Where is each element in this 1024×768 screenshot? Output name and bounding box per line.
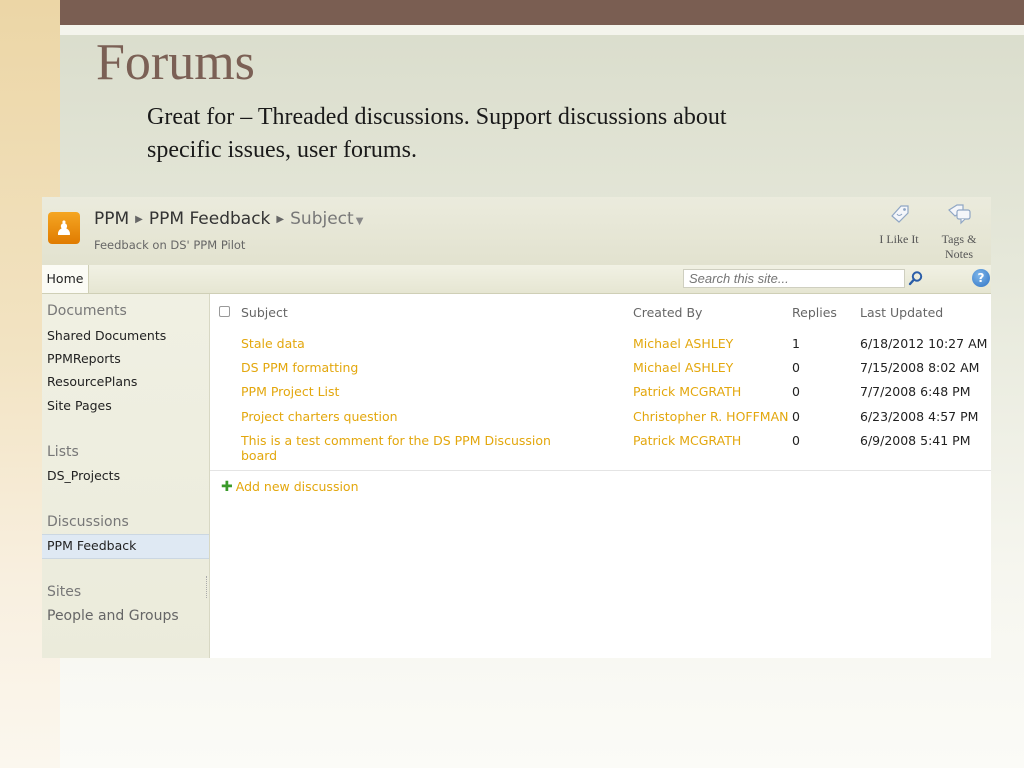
search-icon[interactable] <box>906 269 926 288</box>
reply-count: 0 <box>792 360 800 375</box>
tag-smile-icon <box>891 205 909 223</box>
top-navigation-bar: Home ? <box>42 265 991 294</box>
tab-home[interactable]: Home <box>42 265 89 293</box>
slide-top-bar <box>60 0 1024 25</box>
view-dropdown-icon[interactable]: ▼ <box>356 216 364 227</box>
site-description: Feedback on DS' PPM Pilot <box>94 238 246 252</box>
heading-discussions[interactable]: Discussions <box>47 514 129 530</box>
column-header-last-updated[interactable]: Last Updated <box>860 305 943 320</box>
subject-line-2: board <box>241 448 278 463</box>
discussion-list: Subject Created By Replies Last Updated … <box>210 294 991 658</box>
reply-count: 0 <box>792 409 800 424</box>
discussion-subject-link[interactable]: This is a test comment for the DS PPM Di… <box>241 433 551 463</box>
column-header-replies[interactable]: Replies <box>792 305 837 320</box>
subject-line-1: This is a test comment for the DS PPM Di… <box>241 433 551 448</box>
breadcrumb-arrow-icon: ▶ <box>276 214 285 225</box>
author-link[interactable]: Patrick MCGRATH <box>633 433 741 448</box>
site-header: ♟ PPM ▶ PPM Feedback ▶ Subject ▼ Feedback on … <box>42 197 991 266</box>
last-updated: 7/7/2008 6:48 PM <box>860 384 971 399</box>
author-link[interactable]: Michael ASHLEY <box>633 360 733 375</box>
tags-and-notes-button[interactable]: Tags & Notes <box>931 202 987 262</box>
slide-body-line-1: Great for – Threaded discussions. Suppor… <box>147 104 727 130</box>
help-icon[interactable]: ? <box>972 269 990 287</box>
last-updated: 6/23/2008 4:57 PM <box>860 409 979 424</box>
column-header-subject[interactable]: Subject <box>241 305 288 320</box>
author-link[interactable]: Christopher R. HOFFMAN <box>633 409 788 424</box>
column-header-created-by[interactable]: Created By <box>633 305 702 320</box>
reply-count: 1 <box>792 336 800 351</box>
reply-count: 0 <box>792 384 800 399</box>
slide-body-line-2: specific issues, user forums. <box>147 137 417 163</box>
slide-body-text: Great for – Threaded discussions. Suppor… <box>147 101 867 167</box>
sidebar-item-ppmreports[interactable]: PPMReports <box>47 351 121 366</box>
tag-note-icon <box>948 204 971 225</box>
sidebar-item-ds-projects[interactable]: DS_Projects <box>47 468 120 483</box>
breadcrumb: PPM ▶ PPM Feedback ▶ Subject ▼ <box>94 209 363 229</box>
discussion-subject-link[interactable]: Project charters question <box>241 409 398 424</box>
site-logo-icon[interactable]: ♟ <box>48 212 80 244</box>
plus-icon: ✚ <box>221 479 233 495</box>
discussion-subject-link[interactable]: Stale data <box>241 336 305 351</box>
last-updated: 6/9/2008 5:41 PM <box>860 433 971 448</box>
sidebar-item-ppm-feedback[interactable]: PPM Feedback <box>47 538 136 553</box>
heading-lists[interactable]: Lists <box>47 444 79 460</box>
heading-sites[interactable]: Sites <box>47 584 81 600</box>
sidebar-resize-handle[interactable] <box>206 576 209 598</box>
sidebar-item-shared-documents[interactable]: Shared Documents <box>47 328 166 343</box>
search-input[interactable] <box>683 269 905 288</box>
select-all-checkbox[interactable] <box>219 306 230 317</box>
breadcrumb-view[interactable]: Subject <box>290 209 354 229</box>
sidebar-item-resourceplans[interactable]: ResourcePlans <box>47 374 137 389</box>
author-link[interactable]: Michael ASHLEY <box>633 336 733 351</box>
sidebar-item-site-pages[interactable]: Site Pages <box>47 398 112 413</box>
tags-label-line-2: Notes <box>945 247 973 261</box>
heading-documents[interactable]: Documents <box>47 303 127 319</box>
sharepoint-screenshot: ♟ PPM ▶ PPM Feedback ▶ Subject ▼ Feedback on … <box>42 197 991 658</box>
quick-launch-sidebar: Documents Shared Documents PPMReports Re… <box>42 294 210 658</box>
sidebar-item-people-and-groups[interactable]: People and Groups <box>47 608 179 624</box>
breadcrumb-list[interactable]: PPM Feedback <box>149 209 271 229</box>
reply-count: 0 <box>792 433 800 448</box>
slide-title: Forums <box>96 34 255 91</box>
discussion-subject-link[interactable]: DS PPM formatting <box>241 360 358 375</box>
author-link[interactable]: Patrick MCGRATH <box>633 384 741 399</box>
add-new-discussion-link[interactable]: ✚ Add new discussion <box>221 479 359 495</box>
breadcrumb-arrow-icon: ▶ <box>135 214 143 225</box>
table-divider <box>210 470 991 471</box>
breadcrumb-root[interactable]: PPM <box>94 209 129 229</box>
last-updated: 7/15/2008 8:02 AM <box>860 360 980 375</box>
i-like-it-button[interactable]: I Like It <box>871 202 927 247</box>
discussion-subject-link[interactable]: PPM Project List <box>241 384 339 399</box>
i-like-it-label: I Like It <box>879 232 919 246</box>
tags-label-line-1: Tags & <box>941 232 977 246</box>
add-new-discussion-label: Add new discussion <box>235 479 359 494</box>
last-updated: 6/18/2012 10:27 AM <box>860 336 988 351</box>
